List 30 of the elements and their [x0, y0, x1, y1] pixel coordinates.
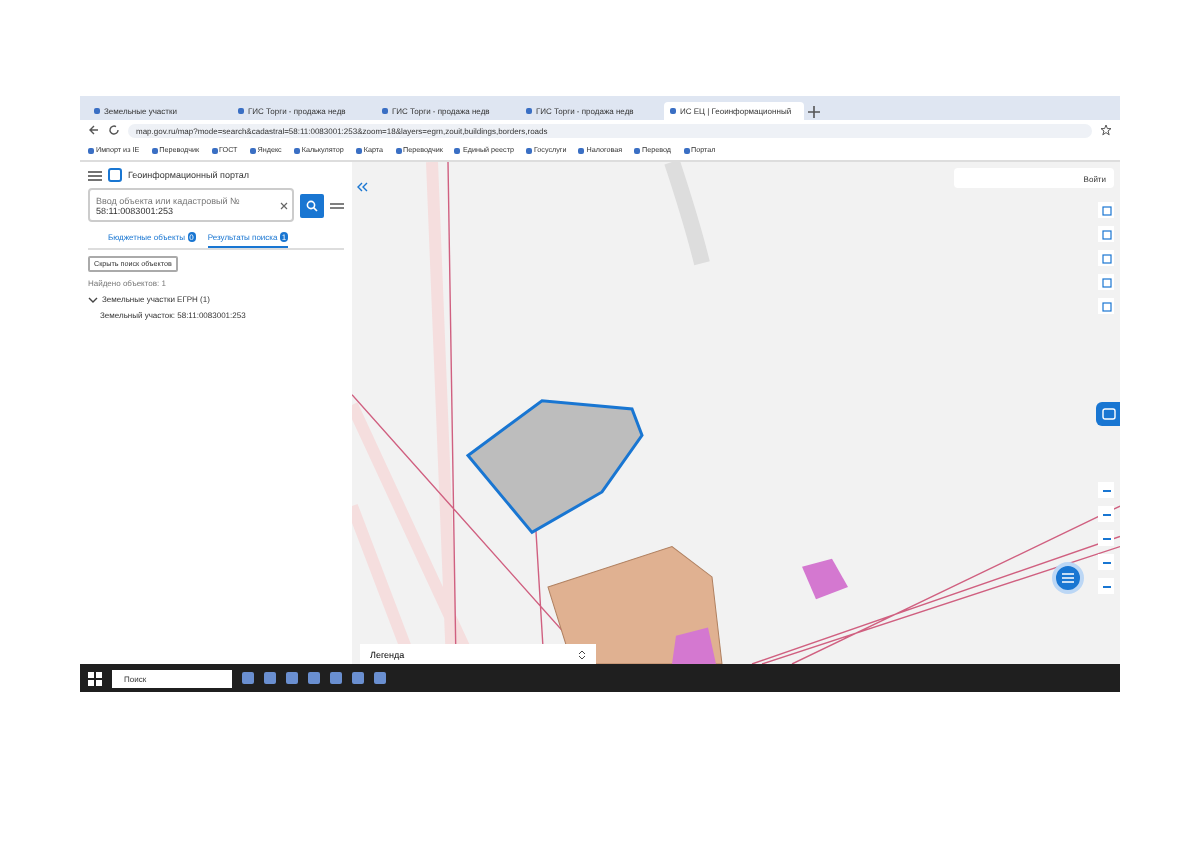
search-button[interactable] — [300, 193, 324, 217]
clear-icon[interactable] — [280, 202, 288, 210]
minus-icon — [1101, 485, 1111, 495]
back-icon[interactable] — [88, 124, 100, 136]
search-icon — [306, 199, 318, 211]
map-logo-icon — [108, 168, 122, 182]
chevron-icon — [88, 295, 98, 303]
square-icon — [1101, 205, 1111, 215]
square-icon — [1101, 277, 1111, 287]
map-tool-button[interactable] — [1098, 554, 1114, 570]
menu-icon[interactable] — [88, 169, 102, 181]
map-tool-button[interactable] — [1098, 530, 1114, 546]
map-tool-button[interactable] — [1098, 506, 1114, 522]
updown-icon — [578, 649, 586, 659]
square-icon — [1101, 253, 1111, 263]
star-icon[interactable] — [1100, 124, 1112, 136]
minus-icon — [1101, 581, 1111, 591]
map-tool-button[interactable] — [1098, 578, 1114, 594]
new-tab-icon[interactable] — [808, 102, 820, 120]
square-icon — [1101, 229, 1111, 239]
reload-icon[interactable] — [108, 124, 120, 136]
start-icon[interactable] — [88, 671, 102, 685]
map-tool-button[interactable] — [1098, 482, 1114, 498]
square-icon — [1101, 301, 1111, 311]
double-chevron-icon — [356, 182, 368, 192]
minus-icon — [1101, 557, 1111, 567]
menu-icon — [1060, 572, 1076, 584]
chat-button[interactable] — [1096, 402, 1120, 426]
minus-icon — [1101, 509, 1111, 519]
minus-icon — [1101, 533, 1111, 543]
